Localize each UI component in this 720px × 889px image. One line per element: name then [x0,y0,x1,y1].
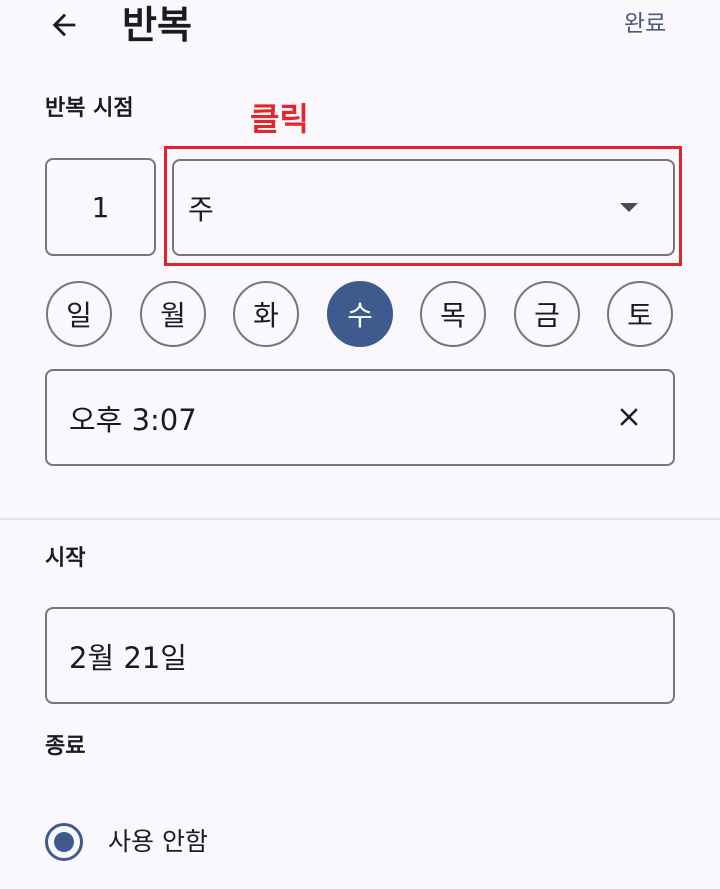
day-chip-sat[interactable]: 토 [607,281,673,347]
day-chip-label: 수 [347,299,373,332]
section-divider [0,518,720,520]
start-date-value: 2월 21일 [69,640,187,675]
day-chip-sun[interactable]: 일 [46,281,112,347]
day-chip-label: 일 [66,299,92,332]
repeat-period-value: 주 [188,192,214,226]
day-chip-label: 목 [440,299,466,332]
repeat-section-label: 반복 시점 [45,96,134,121]
caret-down-icon [620,203,638,212]
end-section-label: 종료 [45,734,86,759]
repeat-count-input[interactable]: 1 [45,158,156,256]
page-title: 반복 [122,3,192,47]
day-chip-tue[interactable]: 화 [233,281,299,347]
repeat-period-dropdown[interactable]: 주 [172,159,675,256]
repeat-count-value: 1 [91,190,110,224]
day-chip-label: 금 [534,299,560,332]
day-chip-mon[interactable]: 월 [140,281,206,347]
day-chip-label: 화 [253,299,279,332]
radio-selected-dot [54,832,74,852]
click-annotation-label: 클릭 [250,100,309,138]
clear-time-button[interactable] [600,388,658,446]
time-field[interactable]: 오후 3:07 [45,369,675,466]
arrow-left-icon [52,13,76,37]
day-chip-label: 토 [627,299,653,332]
end-never-label[interactable]: 사용 안함 [108,822,208,862]
close-icon [620,408,638,426]
back-button[interactable] [36,0,92,50]
start-section-label: 시작 [45,546,86,571]
day-chip-fri[interactable]: 금 [514,281,580,347]
done-button[interactable]: 완료 [600,2,690,46]
day-chip-wed[interactable]: 수 [327,281,393,347]
end-never-radio[interactable] [45,823,83,861]
day-chip-thu[interactable]: 목 [420,281,486,347]
day-chip-label: 월 [160,299,186,332]
time-value: 오후 3:07 [69,402,197,437]
start-date-field[interactable]: 2월 21일 [45,607,675,704]
